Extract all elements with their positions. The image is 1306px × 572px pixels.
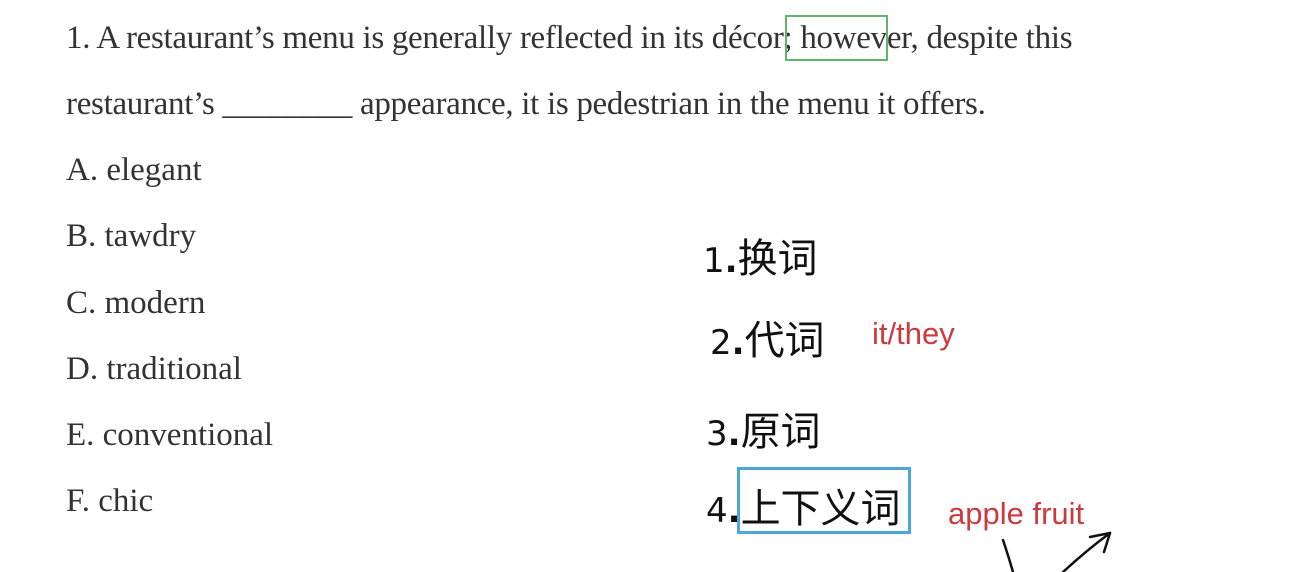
question-line-2: restaurant’s ________ appearance, it is … [66,86,986,122]
note-1-label: 换词 [737,236,818,282]
note-2: 2.代词 [710,318,825,364]
option-c[interactable]: C. modern [66,285,205,322]
hypernym-highlight-box [737,467,911,534]
pronoun-example: it/they [872,316,955,351]
note-1: 1.换词 [703,236,818,282]
note-3-number: 3 [706,414,728,454]
option-d[interactable]: D. traditional [66,351,242,388]
decor-highlight-box [785,15,888,61]
handwritten-arrow-icon [1001,531,1112,572]
note-2-number: 2 [710,323,732,363]
note-3: 3.原词 [706,409,821,455]
option-f[interactable]: F. chic [66,483,153,520]
note-3-label: 原词 [740,409,821,455]
option-b[interactable]: B. tawdry [66,218,196,255]
option-a[interactable]: A. elegant [66,152,202,189]
note-4-number: 4 [706,491,728,531]
question-line-1: 1. A restaurant’s menu is generally refl… [66,20,1073,56]
note-1-number: 1 [703,241,725,281]
option-e[interactable]: E. conventional [66,417,273,454]
note-2-label: 代词 [744,318,825,364]
